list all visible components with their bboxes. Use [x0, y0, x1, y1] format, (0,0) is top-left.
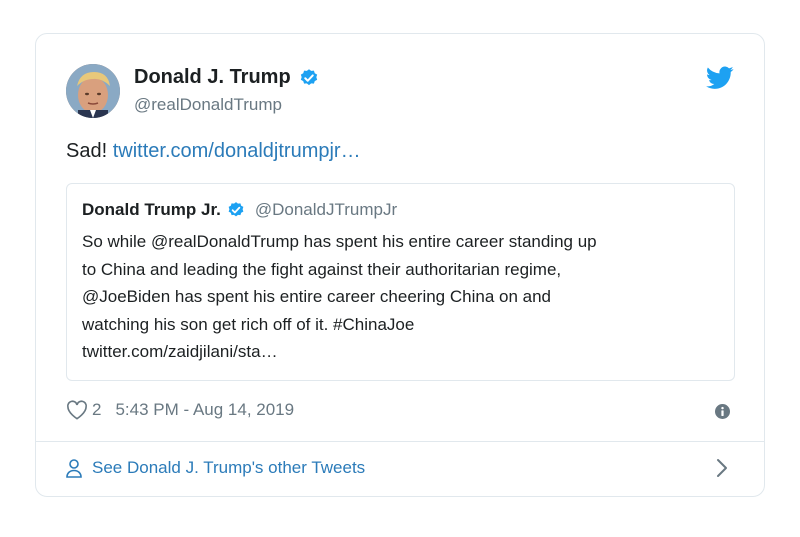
quoted-author-handle[interactable]: @DonaldJTrumpJr [255, 200, 397, 220]
quoted-tweet-body: So while @realDonaldTrump has spent his … [82, 228, 720, 366]
see-other-tweets-label[interactable]: See Donald J. Trump's other Tweets [92, 458, 365, 478]
quoted-tweet-line: watching his son get rich off of it. #Ch… [82, 314, 415, 334]
tweet-card: Donald J. Trump @realDonaldTrump Sad! tw… [35, 33, 765, 497]
verified-badge-icon [228, 202, 244, 217]
author-name-text[interactable]: Donald J. Trump [134, 66, 291, 89]
like-count[interactable]: 2 [92, 400, 101, 420]
author-handle[interactable]: @realDonaldTrump [134, 95, 282, 115]
tweet-text: Sad! twitter.com/donaldjtrumpjr… [66, 140, 361, 163]
verified-badge-icon [300, 68, 317, 85]
quoted-tweet-line: So while @realDonaldTrump has spent his … [82, 232, 597, 251]
person-icon [66, 458, 82, 478]
quoted-author-name[interactable]: Donald Trump Jr. [82, 200, 221, 220]
tweet-meta: 2 5:43 PM - Aug 14, 2019 [66, 400, 294, 420]
quoted-tweet[interactable]: Donald Trump Jr. @DonaldJTrumpJr So whil… [66, 183, 735, 381]
tweet-text-prefix: Sad! [66, 140, 108, 162]
twitter-bird-icon[interactable] [706, 66, 734, 90]
divider [36, 441, 764, 442]
heart-icon[interactable] [66, 400, 88, 420]
quoted-tweet-header: Donald Trump Jr. @DonaldJTrumpJr [82, 200, 720, 220]
author-avatar[interactable] [66, 64, 120, 118]
tweet-link[interactable]: twitter.com/donaldjtrumpjr… [113, 140, 361, 162]
tweet-timestamp[interactable]: 5:43 PM - Aug 14, 2019 [115, 400, 294, 420]
author-name[interactable]: Donald J. Trump [134, 66, 319, 89]
quoted-tweet-line: @JoeBiden has spent his entire career ch… [82, 287, 551, 306]
chevron-right-icon[interactable] [716, 458, 728, 478]
see-other-tweets-link[interactable]: See Donald J. Trump's other Tweets [66, 458, 365, 478]
quoted-tweet-line: to China and leading the fight against t… [82, 259, 562, 279]
info-icon[interactable] [715, 404, 730, 419]
quoted-tweet-link[interactable]: twitter.com/zaidjilani/sta… [82, 338, 720, 366]
